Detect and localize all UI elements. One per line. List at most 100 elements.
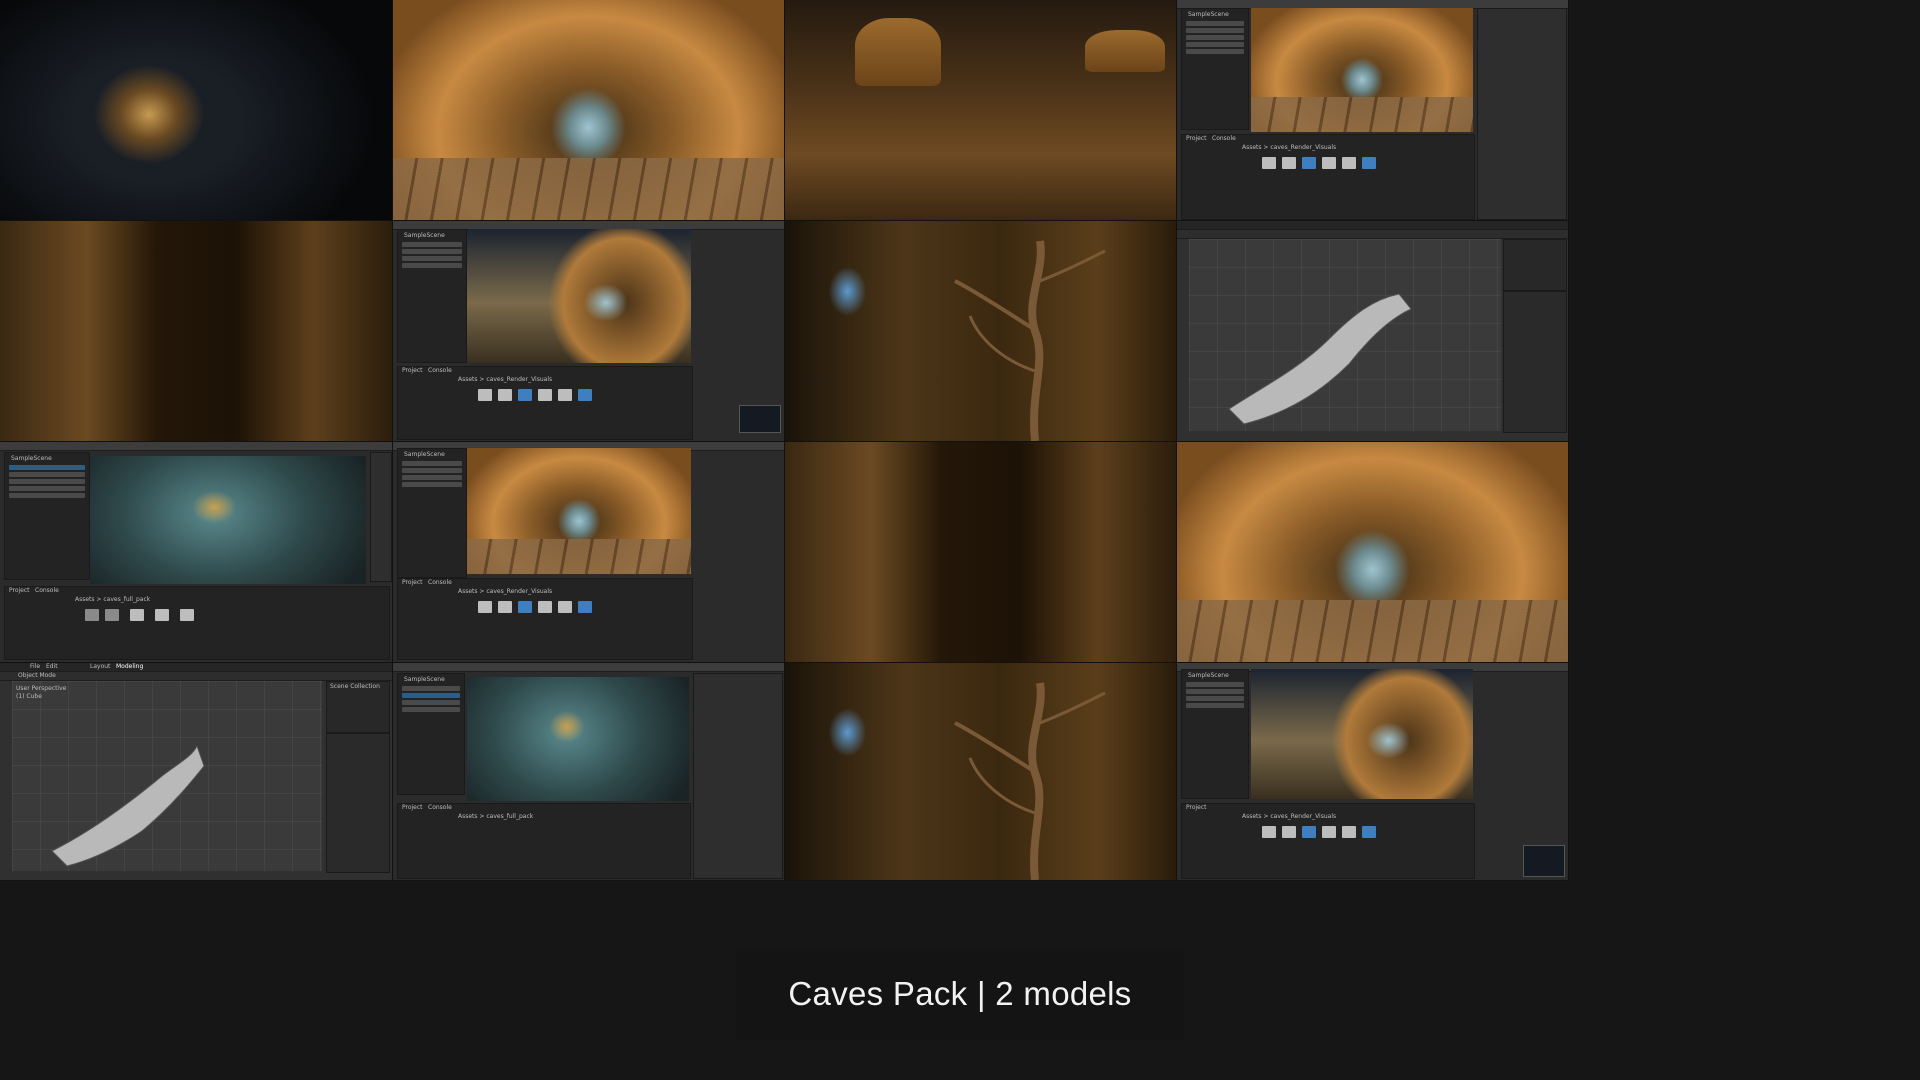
tree-item[interactable] xyxy=(402,256,462,261)
tree-item[interactable] xyxy=(1186,35,1244,40)
asset-folder-icon[interactable] xyxy=(498,389,512,401)
asset-folder-icon[interactable] xyxy=(538,389,552,401)
tree-item[interactable] xyxy=(402,700,460,705)
unity-editor-screenshot-1: SampleScene Project Console Assets > cav… xyxy=(1177,0,1568,220)
asset-folder-icon[interactable] xyxy=(498,601,512,613)
tree-item-selected[interactable] xyxy=(9,465,85,470)
tab-project[interactable]: Project xyxy=(402,804,423,811)
hierarchy-root[interactable]: SampleScene xyxy=(404,676,445,683)
asset-folder-icon[interactable] xyxy=(1322,826,1336,838)
assets-breadcrumb[interactable]: Assets > caves_Render_Visuals xyxy=(458,376,552,383)
tree-item-selected[interactable] xyxy=(402,693,460,698)
hierarchy-root[interactable]: SampleScene xyxy=(11,455,52,462)
scene-viewport[interactable] xyxy=(467,229,691,363)
toolbar xyxy=(0,442,392,451)
asset-folder-icon[interactable] xyxy=(130,609,144,621)
blender-menu-edit[interactable]: Edit xyxy=(46,663,58,670)
tree-item[interactable] xyxy=(1186,703,1244,708)
scene-viewport[interactable] xyxy=(467,677,689,801)
tree-item[interactable] xyxy=(402,461,462,466)
asset-folder-icon[interactable] xyxy=(180,609,194,621)
tree-item[interactable] xyxy=(9,486,85,491)
asset-folder-icon[interactable] xyxy=(478,601,492,613)
tab-console[interactable]: Console xyxy=(1212,135,1236,142)
tree-item[interactable] xyxy=(402,707,460,712)
asset-cube-icon[interactable] xyxy=(1362,826,1376,838)
tree-item[interactable] xyxy=(1186,49,1244,54)
tab-console[interactable]: Console xyxy=(428,804,452,811)
asset-cube-icon[interactable] xyxy=(518,601,532,613)
tree-item[interactable] xyxy=(9,493,85,498)
mode-select[interactable]: Object Mode xyxy=(18,672,56,679)
render-cave-with-tree-2 xyxy=(785,663,1176,880)
asset-folder-icon[interactable] xyxy=(1282,826,1296,838)
asset-folder-icon[interactable] xyxy=(1322,157,1336,169)
asset-prefab-icon[interactable] xyxy=(105,609,119,621)
tree-item[interactable] xyxy=(402,686,460,691)
assets-breadcrumb[interactable]: Assets > caves_Render_Visuals xyxy=(1242,813,1336,820)
outliner-root[interactable]: Scene Collection xyxy=(330,683,380,690)
hierarchy-root[interactable]: SampleScene xyxy=(1188,672,1229,679)
asset-folder-icon[interactable] xyxy=(558,601,572,613)
tab-project[interactable]: Project xyxy=(1186,804,1207,811)
scene-viewport[interactable] xyxy=(467,448,691,574)
tree-item[interactable] xyxy=(1186,21,1244,26)
tab-project[interactable]: Project xyxy=(9,587,30,594)
dead-tree-icon xyxy=(954,240,1106,441)
tab-project[interactable]: Project xyxy=(402,367,423,374)
asset-folder-icon[interactable] xyxy=(1342,157,1356,169)
asset-folder-icon[interactable] xyxy=(558,389,572,401)
tree-item[interactable] xyxy=(1186,42,1244,47)
hierarchy-root[interactable]: SampleScene xyxy=(1188,11,1229,18)
tree-item[interactable] xyxy=(402,482,462,487)
asset-cube-icon[interactable] xyxy=(578,601,592,613)
tree-item[interactable] xyxy=(1186,682,1244,687)
asset-prefab-icon[interactable] xyxy=(85,609,99,621)
asset-cube-icon[interactable] xyxy=(1302,826,1316,838)
asset-folder-icon[interactable] xyxy=(478,389,492,401)
tree-item[interactable] xyxy=(402,263,462,268)
3d-viewport[interactable] xyxy=(1189,239,1501,431)
blender-header xyxy=(0,672,392,681)
tree-item[interactable] xyxy=(9,472,85,477)
asset-folder-icon[interactable] xyxy=(1282,157,1296,169)
assets-breadcrumb[interactable]: Assets > caves_Render_Visuals xyxy=(1242,144,1336,151)
asset-cube-icon[interactable] xyxy=(1362,157,1376,169)
tab-project[interactable]: Project xyxy=(402,579,423,586)
tree-item[interactable] xyxy=(9,479,85,484)
asset-cube-icon[interactable] xyxy=(518,389,532,401)
asset-folder-icon[interactable] xyxy=(1342,826,1356,838)
hierarchy-root[interactable]: SampleScene xyxy=(404,451,445,458)
blender-workspace-layout[interactable]: Layout xyxy=(90,663,110,670)
asset-folder-icon[interactable] xyxy=(1262,157,1276,169)
render-warm-tunnel-2 xyxy=(1177,442,1568,662)
tree-item[interactable] xyxy=(402,475,462,480)
blender-workspace-modeling[interactable]: Modeling xyxy=(116,663,143,670)
scene-viewport[interactable] xyxy=(90,456,366,584)
asset-cube-icon[interactable] xyxy=(578,389,592,401)
3d-viewport[interactable]: User Perspective (1) Cube xyxy=(12,681,322,871)
tree-item[interactable] xyxy=(1186,689,1244,694)
hierarchy-root[interactable]: SampleScene xyxy=(404,232,445,239)
scene-viewport[interactable] xyxy=(1251,669,1473,799)
asset-cube-icon[interactable] xyxy=(1302,157,1316,169)
tree-item[interactable] xyxy=(1186,28,1244,33)
assets-breadcrumb[interactable]: Assets > caves_full_pack xyxy=(458,813,533,820)
blender-menu-file[interactable]: File xyxy=(30,663,40,670)
tree-item[interactable] xyxy=(1186,696,1244,701)
asset-folder-icon[interactable] xyxy=(538,601,552,613)
tree-item[interactable] xyxy=(402,468,462,473)
asset-folder-icon[interactable] xyxy=(1262,826,1276,838)
tab-console[interactable]: Console xyxy=(35,587,59,594)
tab-console[interactable]: Console xyxy=(428,579,452,586)
tab-console[interactable]: Console xyxy=(428,367,452,374)
tree-item[interactable] xyxy=(402,249,462,254)
assets-breadcrumb[interactable]: Assets > caves_full_pack xyxy=(75,596,150,603)
tree-item[interactable] xyxy=(402,242,462,247)
scene-viewport[interactable] xyxy=(1251,8,1473,132)
cave-mesh-icon xyxy=(51,744,205,867)
assets-breadcrumb[interactable]: Assets > caves_Render_Visuals xyxy=(458,588,552,595)
tab-project[interactable]: Project xyxy=(1186,135,1207,142)
render-cave-openings xyxy=(785,0,1176,220)
asset-folder-icon[interactable] xyxy=(155,609,169,621)
